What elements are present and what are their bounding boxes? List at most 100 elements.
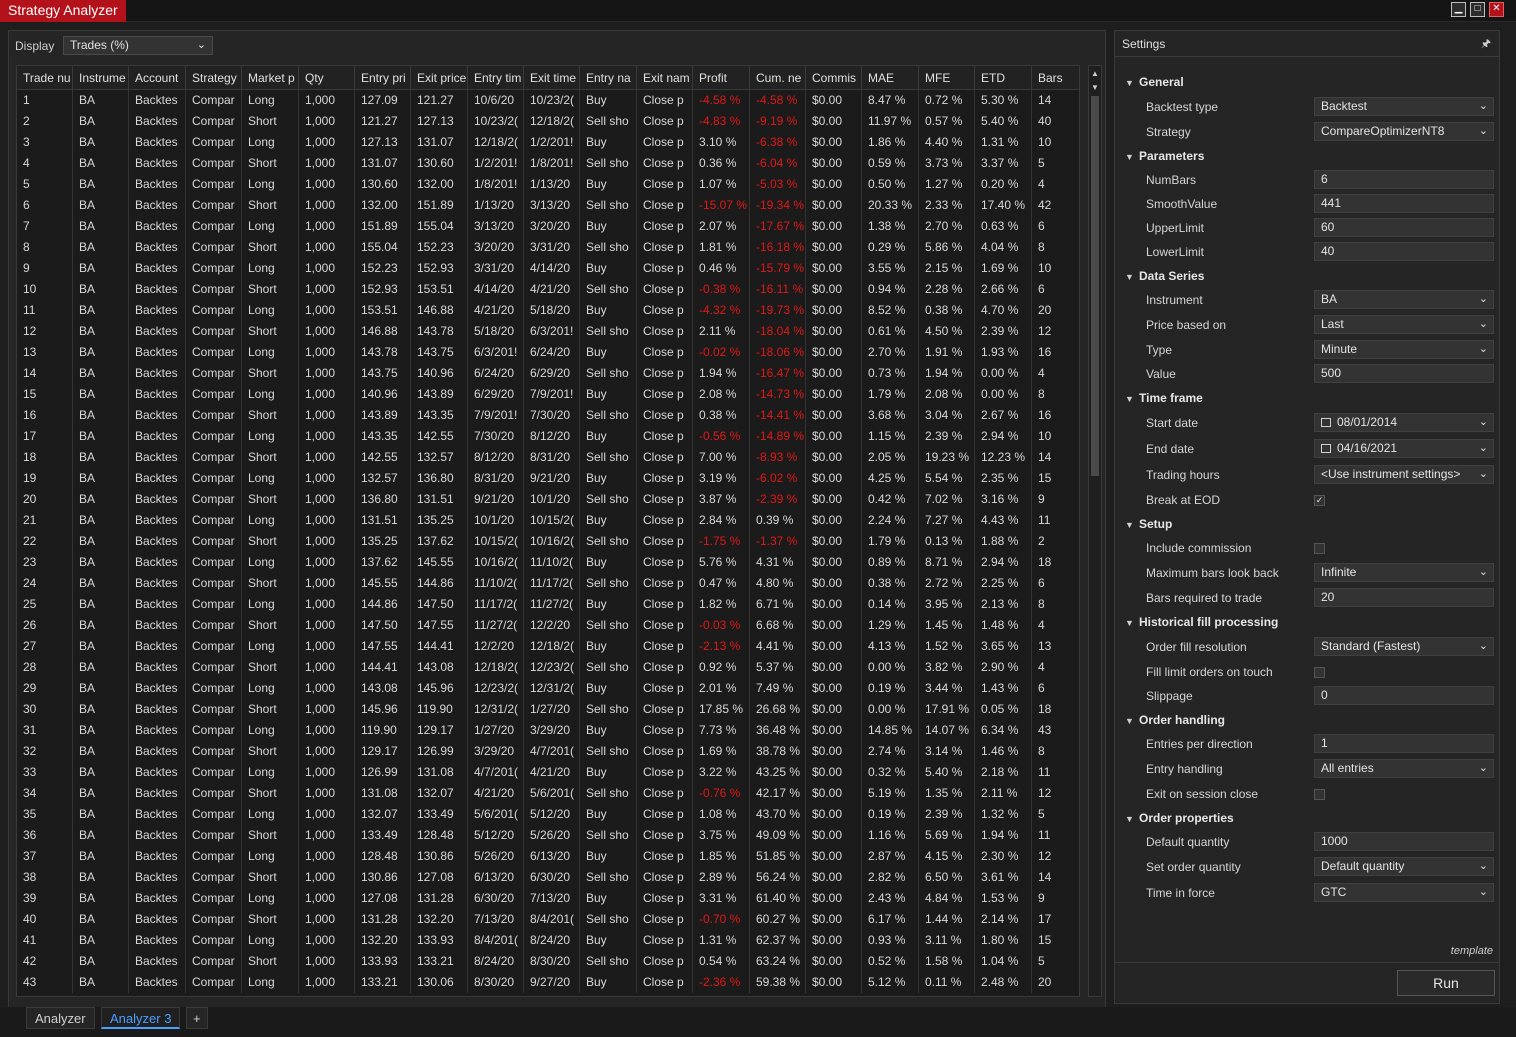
trades-grid[interactable]: Trade nu Instrume Account Strategy Market pQ… [16,65,1080,997]
backtest-type-select[interactable]: Backtest ⌄ [1314,97,1494,116]
category-parameters[interactable]: ▼ Parameters [1125,149,1204,163]
table-row[interactable]: 11 BA Backtes Compar Long 1,000 153.51 146.88 4/… [17,300,1079,321]
table-row[interactable]: 41 BA Backtes Compar Long 1,000 132.20 133.93 8/… [17,930,1079,951]
column-header[interactable]: Market p [242,66,299,90]
trading-hours-select[interactable]: <Use instrument settings> ⌄ [1314,465,1494,484]
column-header[interactable]: MFE [919,66,975,90]
lowerlimit-input[interactable]: 40 [1314,242,1494,261]
set-order-quantity-select[interactable]: Default quantity ⌄ [1314,857,1494,876]
maximum-bars-look-back-select[interactable]: Infinite ⌄ [1314,563,1494,582]
column-header[interactable]: ETD [975,66,1032,90]
column-header[interactable]: Entry tim [468,66,524,90]
upperlimit-input[interactable]: 60 [1314,218,1494,237]
template-link[interactable]: template [1451,945,1493,957]
instrument-select[interactable]: BA ⌄ [1314,290,1494,309]
minimize-icon[interactable]: ▁ [1451,2,1466,17]
table-row[interactable]: 35 BA Backtes Compar Long 1,000 132.07 133.49 5/… [17,804,1079,825]
column-header[interactable]: Commis [806,66,862,90]
value-input[interactable]: 500 [1314,364,1494,383]
column-header[interactable]: Cum. ne [750,66,806,90]
category-setup[interactable]: ▼ Setup [1125,517,1172,531]
maximize-icon[interactable]: □ [1470,2,1485,17]
table-row[interactable]: 12 BA Backtes Compar Short 1,000 146.88 143.78 5… [17,321,1079,342]
table-row[interactable]: 25 BA Backtes Compar Long 1,000 144.86 147.50 11… [17,594,1079,615]
category-order-handling[interactable]: ▼ Order handling [1125,713,1225,727]
column-header[interactable]: Exit nam [637,66,693,90]
table-row[interactable]: 16 BA Backtes Compar Short 1,000 143.89 143.35 7… [17,405,1079,426]
column-header[interactable]: Strategy [186,66,242,90]
table-row[interactable]: 32 BA Backtes Compar Short 1,000 129.17 126.99 3… [17,741,1079,762]
scroll-down-icon[interactable]: ▼ [1089,82,1101,94]
table-row[interactable]: 33 BA Backtes Compar Long 1,000 126.99 131.08 4/… [17,762,1079,783]
add-tab-button[interactable]: + [186,1007,208,1029]
table-row[interactable]: 28 BA Backtes Compar Short 1,000 144.41 143.08 1… [17,657,1079,678]
column-header[interactable]: Entry na [580,66,637,90]
table-row[interactable]: 22 BA Backtes Compar Short 1,000 135.25 137.62 1… [17,531,1079,552]
bars-required-to-trade-input[interactable]: 20 [1314,588,1494,607]
collapse-triangle-icon[interactable]: ▼ [1125,272,1139,282]
column-header[interactable]: Entry pri [355,66,411,90]
table-row[interactable]: 21 BA Backtes Compar Long 1,000 131.51 135.25 10… [17,510,1079,531]
table-row[interactable]: 9 BA Backtes Compar Long 1,000 152.23 152.93 3/3… [17,258,1079,279]
column-header[interactable]: Exit price [411,66,468,90]
table-row[interactable]: 6 BA Backtes Compar Short 1,000 132.00 151.89 1/… [17,195,1079,216]
table-row[interactable]: 24 BA Backtes Compar Short 1,000 145.55 144.86 1… [17,573,1079,594]
category-historical-fill-processing[interactable]: ▼ Historical fill processing [1125,615,1278,629]
numbars-input[interactable]: 6 [1314,170,1494,189]
collapse-triangle-icon[interactable]: ▼ [1125,394,1139,404]
table-row[interactable]: 19 BA Backtes Compar Long 1,000 132.57 136.80 8/… [17,468,1079,489]
run-button[interactable]: Run [1397,970,1495,996]
table-row[interactable]: 15 BA Backtes Compar Long 1,000 140.96 143.89 6/… [17,384,1079,405]
collapse-triangle-icon[interactable]: ▼ [1125,520,1139,530]
table-row[interactable]: 27 BA Backtes Compar Long 1,000 147.55 144.41 12… [17,636,1079,657]
time-in-force-select[interactable]: GTC ⌄ [1314,883,1494,902]
table-row[interactable]: 37 BA Backtes Compar Long 1,000 128.48 130.86 5/… [17,846,1079,867]
default-quantity-input[interactable]: 1000 [1314,832,1494,851]
collapse-triangle-icon[interactable]: ▼ [1125,814,1139,824]
table-row[interactable]: 17 BA Backtes Compar Long 1,000 143.35 142.55 7/… [17,426,1079,447]
column-header[interactable]: Account [129,66,186,90]
column-header[interactable]: Exit time [524,66,580,90]
tab-analyzer-3[interactable]: Analyzer 3 [101,1007,181,1029]
column-header[interactable]: Instrume [73,66,129,90]
fill-limit-orders-on-touch-checkbox[interactable] [1314,667,1325,678]
table-row[interactable]: 7 BA Backtes Compar Long 1,000 151.89 155.04 3/1… [17,216,1079,237]
category-order-properties[interactable]: ▼ Order properties [1125,811,1234,825]
table-row[interactable]: 29 BA Backtes Compar Long 1,000 143.08 145.96 12… [17,678,1079,699]
price-based-on-select[interactable]: Last ⌄ [1314,315,1494,334]
table-row[interactable]: 23 BA Backtes Compar Long 1,000 137.62 145.55 10… [17,552,1079,573]
column-header[interactable]: Profit [693,66,750,90]
end-date-select[interactable]: 04/16/2021 ⌄ [1314,439,1494,458]
collapse-triangle-icon[interactable]: ▼ [1125,618,1139,628]
table-row[interactable]: 31 BA Backtes Compar Long 1,000 119.90 129.17 1/… [17,720,1079,741]
table-row[interactable]: 1 BA Backtes Compar Long 1,000 127.09 121.27 10/… [17,90,1079,111]
table-row[interactable]: 30 BA Backtes Compar Short 1,000 145.96 119.90 1… [17,699,1079,720]
category-time-frame[interactable]: ▼ Time frame [1125,391,1203,405]
exit-on-session-close-checkbox[interactable] [1314,789,1325,800]
pin-icon[interactable]: 🖈 [1481,35,1491,54]
table-row[interactable]: 39 BA Backtes Compar Long 1,000 127.08 131.28 6/… [17,888,1079,909]
collapse-triangle-icon[interactable]: ▼ [1125,78,1139,88]
category-general[interactable]: ▼ General [1125,75,1184,89]
smoothvalue-input[interactable]: 441 [1314,194,1494,213]
scroll-up-icon[interactable]: ▲ [1089,68,1101,80]
strategy-select[interactable]: CompareOptimizerNT8 ⌄ [1314,122,1494,141]
table-row[interactable]: 10 BA Backtes Compar Short 1,000 152.93 153.51 4… [17,279,1079,300]
entries-per-direction-input[interactable]: 1 [1314,734,1494,753]
table-row[interactable]: 43 BA Backtes Compar Long 1,000 133.21 130.06 8/… [17,972,1079,993]
slippage-input[interactable]: 0 [1314,686,1494,705]
category-data-series[interactable]: ▼ Data Series [1125,269,1204,283]
table-row[interactable]: 26 BA Backtes Compar Short 1,000 147.50 147.55 1… [17,615,1079,636]
table-row[interactable]: 2 BA Backtes Compar Short 1,000 121.27 127.13 10… [17,111,1079,132]
collapse-triangle-icon[interactable]: ▼ [1125,152,1139,162]
column-header[interactable]: Bars [1032,66,1079,90]
table-row[interactable]: 14 BA Backtes Compar Short 1,000 143.75 140.96 6… [17,363,1079,384]
entry-handling-select[interactable]: All entries ⌄ [1314,759,1494,778]
column-header[interactable]: MAE [862,66,919,90]
table-row[interactable]: 5 BA Backtes Compar Long 1,000 130.60 132.00 1/8… [17,174,1079,195]
order-fill-resolution-select[interactable]: Standard (Fastest) ⌄ [1314,637,1494,656]
tab-analyzer[interactable]: Analyzer [26,1007,95,1029]
table-row[interactable]: 4 BA Backtes Compar Short 1,000 131.07 130.60 1/… [17,153,1079,174]
table-row[interactable]: 34 BA Backtes Compar Short 1,000 131.08 132.07 4… [17,783,1079,804]
table-row[interactable]: 20 BA Backtes Compar Short 1,000 136.80 131.51 9… [17,489,1079,510]
